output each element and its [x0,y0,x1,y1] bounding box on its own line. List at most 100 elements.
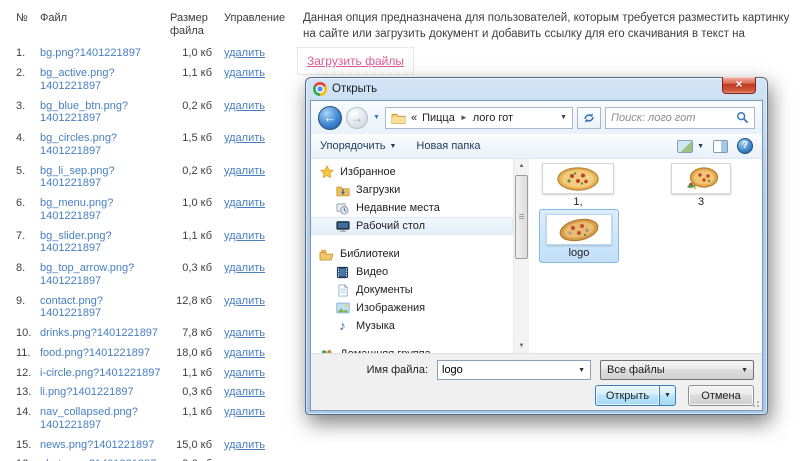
desktop-icon [335,219,350,233]
file-link[interactable]: bg_slider.png?1401221897 [40,230,112,255]
refresh-icon [583,112,595,124]
file-link[interactable]: bg_menu.png?1401221897 [40,197,113,222]
delete-link[interactable]: удалить [224,165,265,177]
preview-pane-button[interactable] [713,140,728,153]
file-link[interactable]: bg_active.png?1401221897 [40,67,115,92]
file-link[interactable]: li.png?1401221897 [40,386,134,398]
help-button[interactable]: ? [737,138,753,154]
file-link[interactable]: food.png?1401221897 [40,347,150,359]
delete-link[interactable]: удалить [224,327,265,339]
address-dropdown-icon[interactable]: ▼ [560,114,567,121]
file-label: 1, [542,196,614,208]
file-size: 0,2 кб [170,97,224,130]
cancel-button[interactable]: Отмена [688,385,754,406]
breadcrumb-root-chevron[interactable]: « [411,112,417,124]
file-link[interactable]: news.png?1401221897 [40,439,154,451]
delete-link[interactable]: удалить [224,406,265,418]
nav-item-pictures[interactable]: Изображения [311,299,513,317]
row-num: 4. [16,129,40,162]
nav-item-libraries[interactable]: Библиотеки [311,245,513,263]
organize-menu[interactable]: Упорядочить ▼ [320,140,396,152]
table-row: 16.photo.png?14012218979,6 кбудалить [16,455,294,461]
nav-item-homegroup[interactable]: Домашняя группа [311,345,513,353]
history-dropdown-icon[interactable]: ▼ [373,114,380,121]
upload-files-link[interactable]: Загрузить файлы [307,54,404,68]
folder-icon [391,112,406,124]
filename-combobox[interactable]: ▼ [437,360,591,380]
row-num: 6. [16,194,40,227]
delete-link[interactable]: удалить [224,367,265,379]
row-num: 3. [16,97,40,130]
resize-grip-icon[interactable] [751,399,760,408]
nav-label: Видео [356,266,388,278]
dialog-titlebar[interactable]: Открыть × [310,78,763,100]
file-tile-3[interactable]: 3 [671,163,731,208]
nav-item-downloads[interactable]: Загрузки [311,181,513,199]
delete-link[interactable]: удалить [224,347,265,359]
row-num: 9. [16,292,40,325]
open-split-dropdown-icon[interactable]: ▼ [659,385,676,406]
nav-item-favorites[interactable]: Избранное [311,163,513,181]
nav-item-documents[interactable]: Документы [311,281,513,299]
file-tile-1[interactable]: 1, [542,163,614,208]
file-link[interactable]: nav_collapsed.png?1401221897 [40,406,138,431]
page: № Файл Размер файла Управление 1.bg.png?… [0,0,800,461]
delete-link[interactable]: удалить [224,386,265,398]
file-link[interactable]: drinks.png?1401221897 [40,327,158,339]
delete-link[interactable]: удалить [224,47,265,59]
search-box[interactable] [605,107,755,129]
scroll-down-icon[interactable]: ▼ [515,339,528,353]
nav-item-video[interactable]: Видео [311,263,513,281]
forward-button[interactable]: → [346,107,368,129]
file-link[interactable]: i-circle.png?1401221897 [40,367,160,379]
delete-link[interactable]: удалить [224,230,265,242]
file-list[interactable]: 1, 3 logo [529,159,762,353]
search-input[interactable] [611,112,736,124]
dialog-toolbar: Упорядочить ▼ Новая папка ▼ ? [311,134,762,159]
scroll-thumb[interactable] [515,175,528,259]
upload-files-button[interactable]: Загрузить файлы [297,47,414,75]
row-num: 10. [16,324,40,344]
row-num: 16. [16,455,40,461]
close-button[interactable]: × [722,77,756,94]
breadcrumb[interactable]: « Пицца ► лого гот ▼ [385,107,573,129]
nav-item-recent[interactable]: Недавние места [311,199,513,217]
row-num: 15. [16,436,40,456]
file-tile-logo-selected[interactable]: logo [539,209,619,263]
file-link[interactable]: bg_li_sep.png?1401221897 [40,165,115,190]
breadcrumb-parent[interactable]: Пицца [422,112,455,124]
delete-link[interactable]: удалить [224,295,265,307]
file-link[interactable]: bg_circles.png?1401221897 [40,132,117,157]
scroll-up-icon[interactable]: ▲ [515,159,528,173]
libraries-icon [319,247,334,261]
nav-item-desktop[interactable]: Рабочий стол [311,217,513,235]
back-button[interactable]: ← [318,106,342,130]
delete-link[interactable]: удалить [224,132,265,144]
open-button[interactable]: Открыть [595,385,659,406]
refresh-button[interactable] [577,107,601,129]
dialog-footer: Имя файла: ▼ Все файлы ▼ Открыть ▼ [311,353,762,410]
nav-scrollbar[interactable]: ▲ ▼ [513,159,529,353]
delete-link[interactable]: удалить [224,67,265,79]
row-num: 1. [16,44,40,64]
delete-link[interactable]: удалить [224,100,265,112]
delete-link[interactable]: удалить [224,197,265,209]
file-link[interactable]: bg.png?1401221897 [40,47,141,59]
table-row: 6.bg_menu.png?14012218971,0 кбудалить [16,194,294,227]
nav-item-music[interactable]: ♪ Музыка [311,317,513,335]
breadcrumb-current[interactable]: лого гот [473,112,513,124]
file-link[interactable]: bg_top_arrow.png?1401221897 [40,262,134,287]
filename-input[interactable] [442,364,575,376]
delete-link[interactable]: удалить [224,262,265,274]
row-num: 11. [16,344,40,364]
row-num: 13. [16,383,40,403]
delete-link[interactable]: удалить [224,439,265,451]
filetype-select[interactable]: Все файлы ▼ [600,360,754,380]
video-icon [335,265,350,279]
file-link[interactable]: contact.png?1401221897 [40,295,103,320]
file-link[interactable]: bg_blue_btn.png?1401221897 [40,100,128,125]
row-num: 8. [16,259,40,292]
new-folder-button[interactable]: Новая папка [416,140,480,152]
views-button[interactable]: ▼ [677,140,704,153]
filename-dropdown-icon[interactable]: ▼ [575,367,588,374]
